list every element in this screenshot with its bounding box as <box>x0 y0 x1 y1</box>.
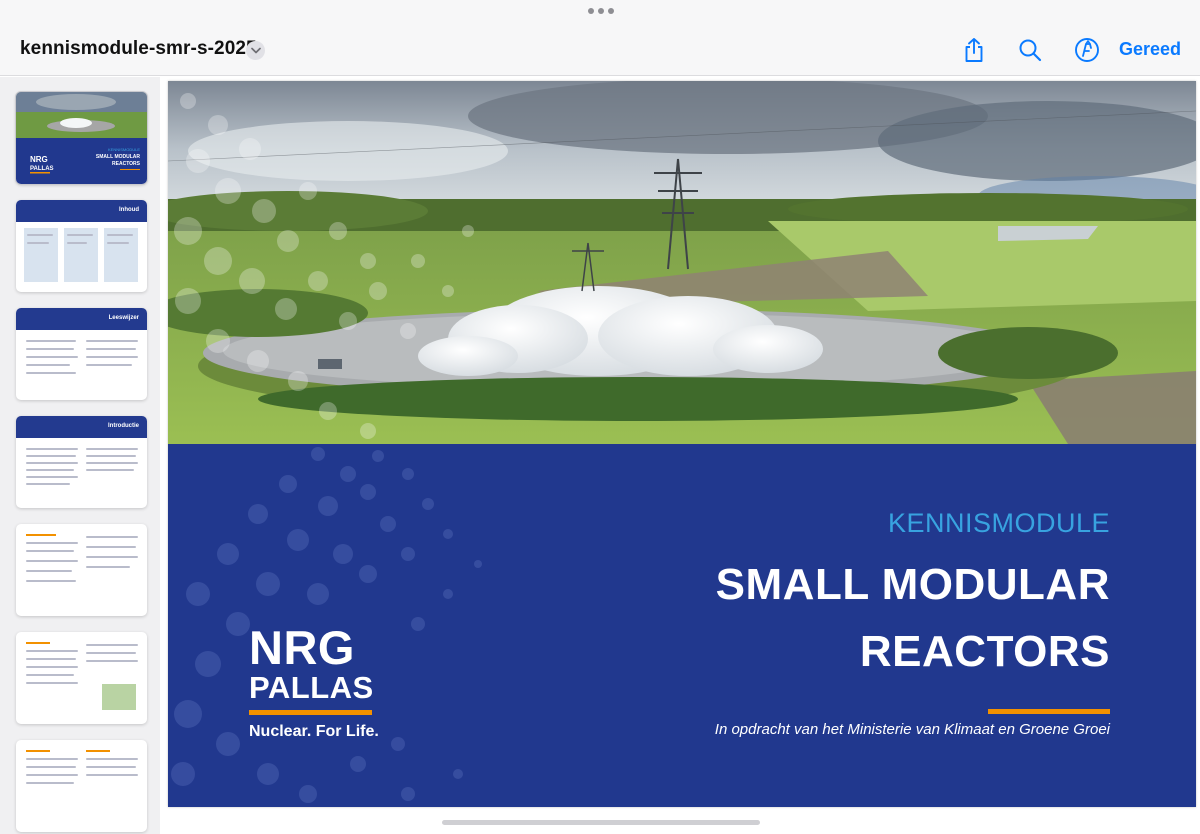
page-thumbnail-sidebar[interactable]: NRG PALLAS KENNISMODULE SMALL MODULAR RE… <box>0 77 160 834</box>
logo-orange-bar <box>249 710 372 715</box>
cover-title-line-2: REACTORS <box>859 627 1110 676</box>
cover-photo <box>168 81 1196 444</box>
svg-text:KENNISMODULE: KENNISMODULE <box>108 147 140 152</box>
scroll-indicator[interactable] <box>442 820 760 825</box>
cover-thumbnail-image: NRG PALLAS KENNISMODULE SMALL MODULAR RE… <box>16 92 147 184</box>
svg-text:NRG: NRG <box>30 155 48 164</box>
markup-icon[interactable] <box>1073 36 1101 64</box>
thumbnail-page-7[interactable] <box>16 740 147 832</box>
logo-nrg-text: NRG <box>249 621 355 674</box>
svg-text:PALLAS: PALLAS <box>30 166 54 172</box>
svg-text:REACTORS: REACTORS <box>112 161 141 167</box>
nrg-pallas-logo: NRG PALLAS Nuclear. For Life. <box>249 621 379 741</box>
pdf-page-1: NRG PALLAS Nuclear. For Life. KENNISMODU… <box>168 81 1196 807</box>
thumbnail-page-1[interactable]: NRG PALLAS KENNISMODULE SMALL MODULAR RE… <box>16 92 147 184</box>
cover-title-panel: NRG PALLAS Nuclear. For Life. KENNISMODU… <box>168 444 1196 807</box>
document-title[interactable]: kennismodule-smr-s-2025 <box>20 38 257 60</box>
thumbnail-page-3[interactable]: Leeswijzer <box>16 308 147 400</box>
chevron-down-icon[interactable] <box>246 41 265 60</box>
thumbnail-page-2[interactable]: Inhoud <box>16 200 147 292</box>
cover-kicker: KENNISMODULE <box>887 508 1110 538</box>
multitasking-dots-icon[interactable] <box>588 8 614 14</box>
thumbnail-page-4[interactable]: Introductie <box>16 416 147 508</box>
document-canvas[interactable]: NRG PALLAS Nuclear. For Life. KENNISMODU… <box>160 77 1200 834</box>
top-toolbar: kennismodule-smr-s-2025 Gereed <box>0 0 1200 76</box>
thumbnail-page-5[interactable] <box>16 524 147 616</box>
done-button[interactable]: Gereed <box>1119 39 1181 60</box>
logo-tagline: Nuclear. For Life. <box>249 723 379 740</box>
cover-subtitle: In opdracht van het Ministerie van Klima… <box>714 721 1110 738</box>
search-icon[interactable] <box>1016 36 1044 64</box>
thumbnail-page-6[interactable] <box>16 632 147 724</box>
svg-text:SMALL MODULAR: SMALL MODULAR <box>96 154 140 160</box>
share-icon[interactable] <box>960 36 988 64</box>
cover-title-line-1: SMALL MODULAR <box>715 560 1110 609</box>
title-orange-divider <box>988 709 1110 714</box>
logo-pallas-text: PALLAS <box>249 670 374 705</box>
pdf-viewer-app: kennismodule-smr-s-2025 Gereed NRG PALLA… <box>0 0 1200 834</box>
